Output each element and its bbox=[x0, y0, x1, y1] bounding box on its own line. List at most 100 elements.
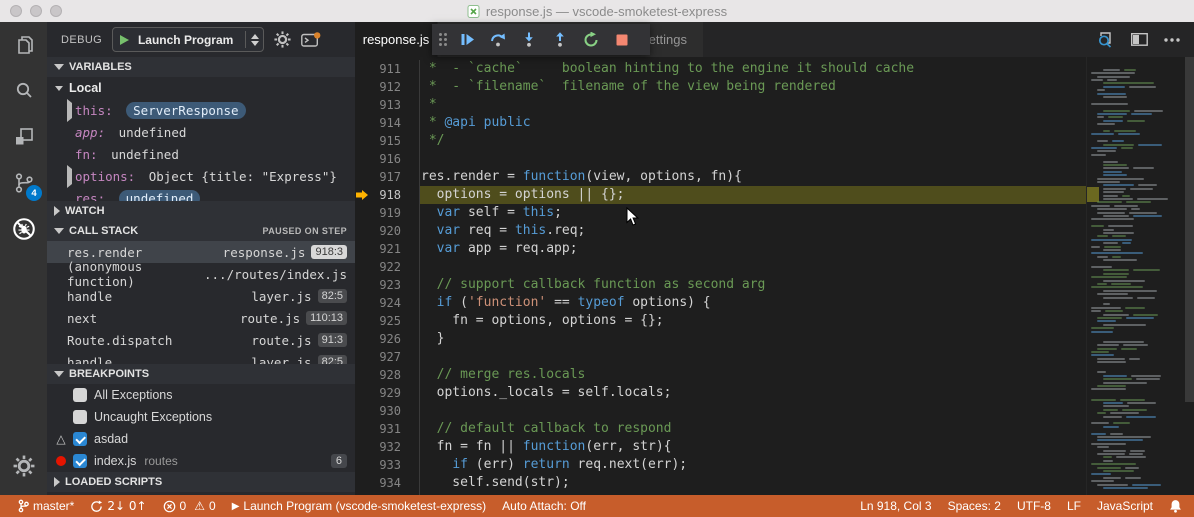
code-line[interactable]: 934 self.send(str); bbox=[355, 474, 1194, 492]
breakpoint-row[interactable]: Uncaught Exceptions bbox=[47, 406, 355, 428]
code-line[interactable]: 927 bbox=[355, 348, 1194, 366]
vertical-scrollbar[interactable] bbox=[1185, 57, 1194, 495]
debug-console-icon[interactable] bbox=[301, 32, 321, 48]
glyph-margin[interactable] bbox=[355, 78, 371, 96]
glyph-margin[interactable] bbox=[355, 348, 371, 366]
stack-frame[interactable]: nextroute.js110:13 bbox=[47, 307, 355, 329]
code-line[interactable]: 913 * bbox=[355, 96, 1194, 114]
glyph-margin[interactable] bbox=[355, 366, 371, 384]
auto-attach-item[interactable]: Auto Attach: Off bbox=[494, 495, 594, 517]
variables-scope-local[interactable]: Local bbox=[47, 77, 355, 99]
search-icon[interactable] bbox=[0, 68, 47, 114]
glyph-margin[interactable] bbox=[355, 330, 371, 348]
code-line[interactable]: 915 */ bbox=[355, 132, 1194, 150]
notifications-bell-icon[interactable] bbox=[1161, 495, 1184, 517]
minimap[interactable] bbox=[1086, 57, 1185, 495]
code-editor[interactable]: 911 * - `cache` boolean hinting to the e… bbox=[355, 57, 1194, 495]
glyph-margin[interactable] bbox=[355, 456, 371, 474]
variable-row-clipped[interactable]: res: undefined bbox=[47, 187, 355, 201]
glyph-margin[interactable] bbox=[355, 204, 371, 222]
debug-icon[interactable] bbox=[0, 206, 47, 252]
callstack-section-header[interactable]: CALL STACK PAUSED ON STEP bbox=[47, 221, 355, 241]
code-line[interactable]: 911 * - `cache` boolean hinting to the e… bbox=[355, 60, 1194, 78]
settings-gear-icon[interactable] bbox=[0, 443, 47, 489]
code-line[interactable]: 923 // support callback function as seco… bbox=[355, 276, 1194, 294]
language-mode-item[interactable]: JavaScript bbox=[1089, 495, 1161, 517]
code-line[interactable]: 921 var app = req.app; bbox=[355, 240, 1194, 258]
stack-frame[interactable]: handlelayer.js82:5 bbox=[47, 351, 355, 364]
code-line[interactable]: 933 if (err) return req.next(err); bbox=[355, 456, 1194, 474]
code-line[interactable]: 925 fn = options, options = {}; bbox=[355, 312, 1194, 330]
tab-response-js[interactable]: response.js bbox=[355, 22, 437, 57]
glyph-margin[interactable] bbox=[355, 168, 371, 186]
problems-item[interactable]: 0 ⚠ 0 bbox=[155, 495, 224, 517]
encoding-item[interactable]: UTF-8 bbox=[1009, 495, 1059, 517]
glyph-margin[interactable] bbox=[355, 420, 371, 438]
glyph-margin[interactable] bbox=[355, 60, 371, 78]
code-line[interactable]: 924 if ('function' == typeof options) { bbox=[355, 294, 1194, 312]
breakpoint-checkbox[interactable] bbox=[73, 432, 87, 446]
more-actions-icon[interactable] bbox=[1164, 38, 1180, 42]
git-branch-item[interactable]: master* bbox=[10, 495, 82, 517]
scrollbar-slider[interactable] bbox=[1185, 57, 1194, 402]
code-line[interactable]: 926 } bbox=[355, 330, 1194, 348]
breakpoint-checkbox[interactable] bbox=[73, 388, 87, 402]
indentation-item[interactable]: Spaces: 2 bbox=[940, 495, 1009, 517]
variable-row[interactable]: app: undefined bbox=[47, 121, 355, 143]
glyph-margin[interactable] bbox=[355, 240, 371, 258]
glyph-margin[interactable] bbox=[355, 132, 371, 150]
variable-row[interactable]: res: undefined bbox=[47, 187, 355, 201]
source-control-icon[interactable]: 4 bbox=[0, 160, 47, 206]
breakpoints-section-header[interactable]: BREAKPOINTS bbox=[47, 364, 355, 384]
glyph-margin[interactable] bbox=[355, 96, 371, 114]
explorer-icon[interactable] bbox=[0, 22, 47, 68]
toolbar-drag-handle[interactable] bbox=[439, 33, 447, 46]
breakpoint-row[interactable]: All Exceptions bbox=[47, 384, 355, 406]
glyph-margin[interactable] bbox=[355, 294, 371, 312]
open-preview-icon[interactable] bbox=[1097, 31, 1115, 48]
glyph-margin[interactable] bbox=[355, 186, 371, 204]
restart-button[interactable] bbox=[580, 29, 602, 51]
code-line[interactable]: 914 * @api public bbox=[355, 114, 1194, 132]
glyph-margin[interactable] bbox=[355, 384, 371, 402]
breakpoint-row[interactable]: index.jsroutes6 bbox=[47, 450, 355, 472]
zoom-button[interactable] bbox=[50, 5, 62, 17]
eol-item[interactable]: LF bbox=[1059, 495, 1089, 517]
glyph-margin[interactable] bbox=[355, 258, 371, 276]
minimize-button[interactable] bbox=[30, 5, 42, 17]
variable-row[interactable]: this: ServerResponse bbox=[47, 99, 355, 121]
launch-config-picker[interactable]: Launch Program bbox=[112, 27, 264, 52]
step-over-button[interactable] bbox=[487, 29, 509, 51]
breakpoint-checkbox[interactable] bbox=[73, 454, 87, 468]
code-line[interactable]: 928 // merge res.locals bbox=[355, 366, 1194, 384]
code-line[interactable]: 917res.render = function(view, options, … bbox=[355, 168, 1194, 186]
close-button[interactable] bbox=[10, 5, 22, 17]
code-line[interactable]: 916 bbox=[355, 150, 1194, 168]
stack-frame[interactable]: Route.dispatchroute.js91:3 bbox=[47, 329, 355, 351]
stop-button[interactable] bbox=[611, 29, 633, 51]
glyph-margin[interactable] bbox=[355, 276, 371, 294]
code-line[interactable]: 932 fn = fn || function(err, str){ bbox=[355, 438, 1194, 456]
glyph-margin[interactable] bbox=[355, 150, 371, 168]
glyph-margin[interactable] bbox=[355, 312, 371, 330]
variable-row[interactable]: options: Object {title: "Express"} bbox=[47, 165, 355, 187]
extensions-icon[interactable] bbox=[0, 114, 47, 160]
step-out-button[interactable] bbox=[549, 29, 571, 51]
breakpoint-row[interactable]: △asdad bbox=[47, 428, 355, 450]
split-editor-icon[interactable] bbox=[1131, 33, 1148, 46]
breakpoint-checkbox[interactable] bbox=[73, 410, 87, 424]
stack-frame[interactable]: (anonymous function).../routes/index.js bbox=[47, 263, 355, 285]
cursor-position-item[interactable]: Ln 918, Col 3 bbox=[852, 495, 939, 517]
glyph-margin[interactable] bbox=[355, 402, 371, 420]
code-line[interactable]: 920 var req = this.req; bbox=[355, 222, 1194, 240]
glyph-margin[interactable] bbox=[355, 222, 371, 240]
code-line[interactable]: 918 options = options || {}; bbox=[355, 186, 1194, 204]
variable-row[interactable]: fn: undefined bbox=[47, 143, 355, 165]
code-line[interactable]: 912 * - `filename` filename of the view … bbox=[355, 78, 1194, 96]
continue-button[interactable] bbox=[456, 29, 478, 51]
code-line[interactable]: 930 bbox=[355, 402, 1194, 420]
watch-section-header[interactable]: WATCH bbox=[47, 201, 355, 221]
glyph-margin[interactable] bbox=[355, 474, 371, 492]
git-sync-item[interactable]: 2↓ 0↑ bbox=[82, 495, 154, 517]
start-debug-icon[interactable] bbox=[120, 35, 129, 45]
